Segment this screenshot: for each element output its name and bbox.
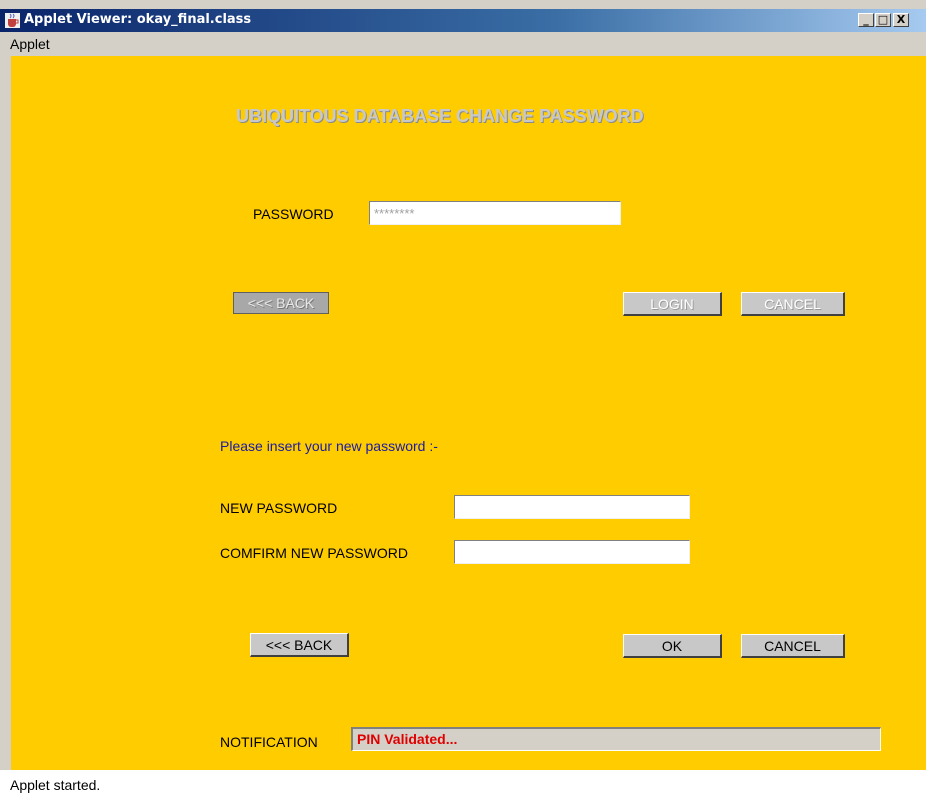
applet-panel: UBIQUITOUS DATABASE CHANGE PASSWORD PASS… [11,56,926,770]
login-button[interactable]: LOGIN [623,292,722,316]
confirm-password-field[interactable] [454,540,690,564]
new-password-field[interactable] [454,495,690,519]
back-button-disabled[interactable]: <<< BACK [233,292,329,314]
minimize-button[interactable]: _ [858,13,874,27]
title-bar[interactable]: Applet Viewer: okay_final.class _ □ X [0,9,926,32]
ok-button[interactable]: OK [623,634,722,658]
password-field[interactable] [369,201,621,225]
menu-applet[interactable]: Applet [10,36,50,52]
status-bar: Applet started. [0,770,926,799]
notification-label: NOTIFICATION [220,734,318,750]
confirm-password-label: COMFIRM NEW PASSWORD [220,545,408,561]
java-cup-icon [5,13,20,28]
password-label: PASSWORD [253,206,334,222]
notification-field: PIN Validated... [351,727,881,751]
cancel-button-disabled[interactable]: CANCEL [741,292,845,316]
close-button[interactable]: X [893,13,909,27]
menu-bar: Applet [0,32,926,56]
new-password-label: NEW PASSWORD [220,500,338,516]
page-title: UBIQUITOUS DATABASE CHANGE PASSWORD [236,106,644,126]
window-title: Applet Viewer: okay_final.class [24,12,252,27]
applet-viewer-window: Applet Viewer: okay_final.class _ □ X Ap… [0,0,926,799]
back-button[interactable]: <<< BACK [250,633,349,657]
status-text: Applet started. [10,777,101,793]
cancel-button[interactable]: CANCEL [741,634,845,658]
instruction-text: Please insert your new password :- [220,438,438,454]
maximize-button[interactable]: □ [875,13,891,27]
